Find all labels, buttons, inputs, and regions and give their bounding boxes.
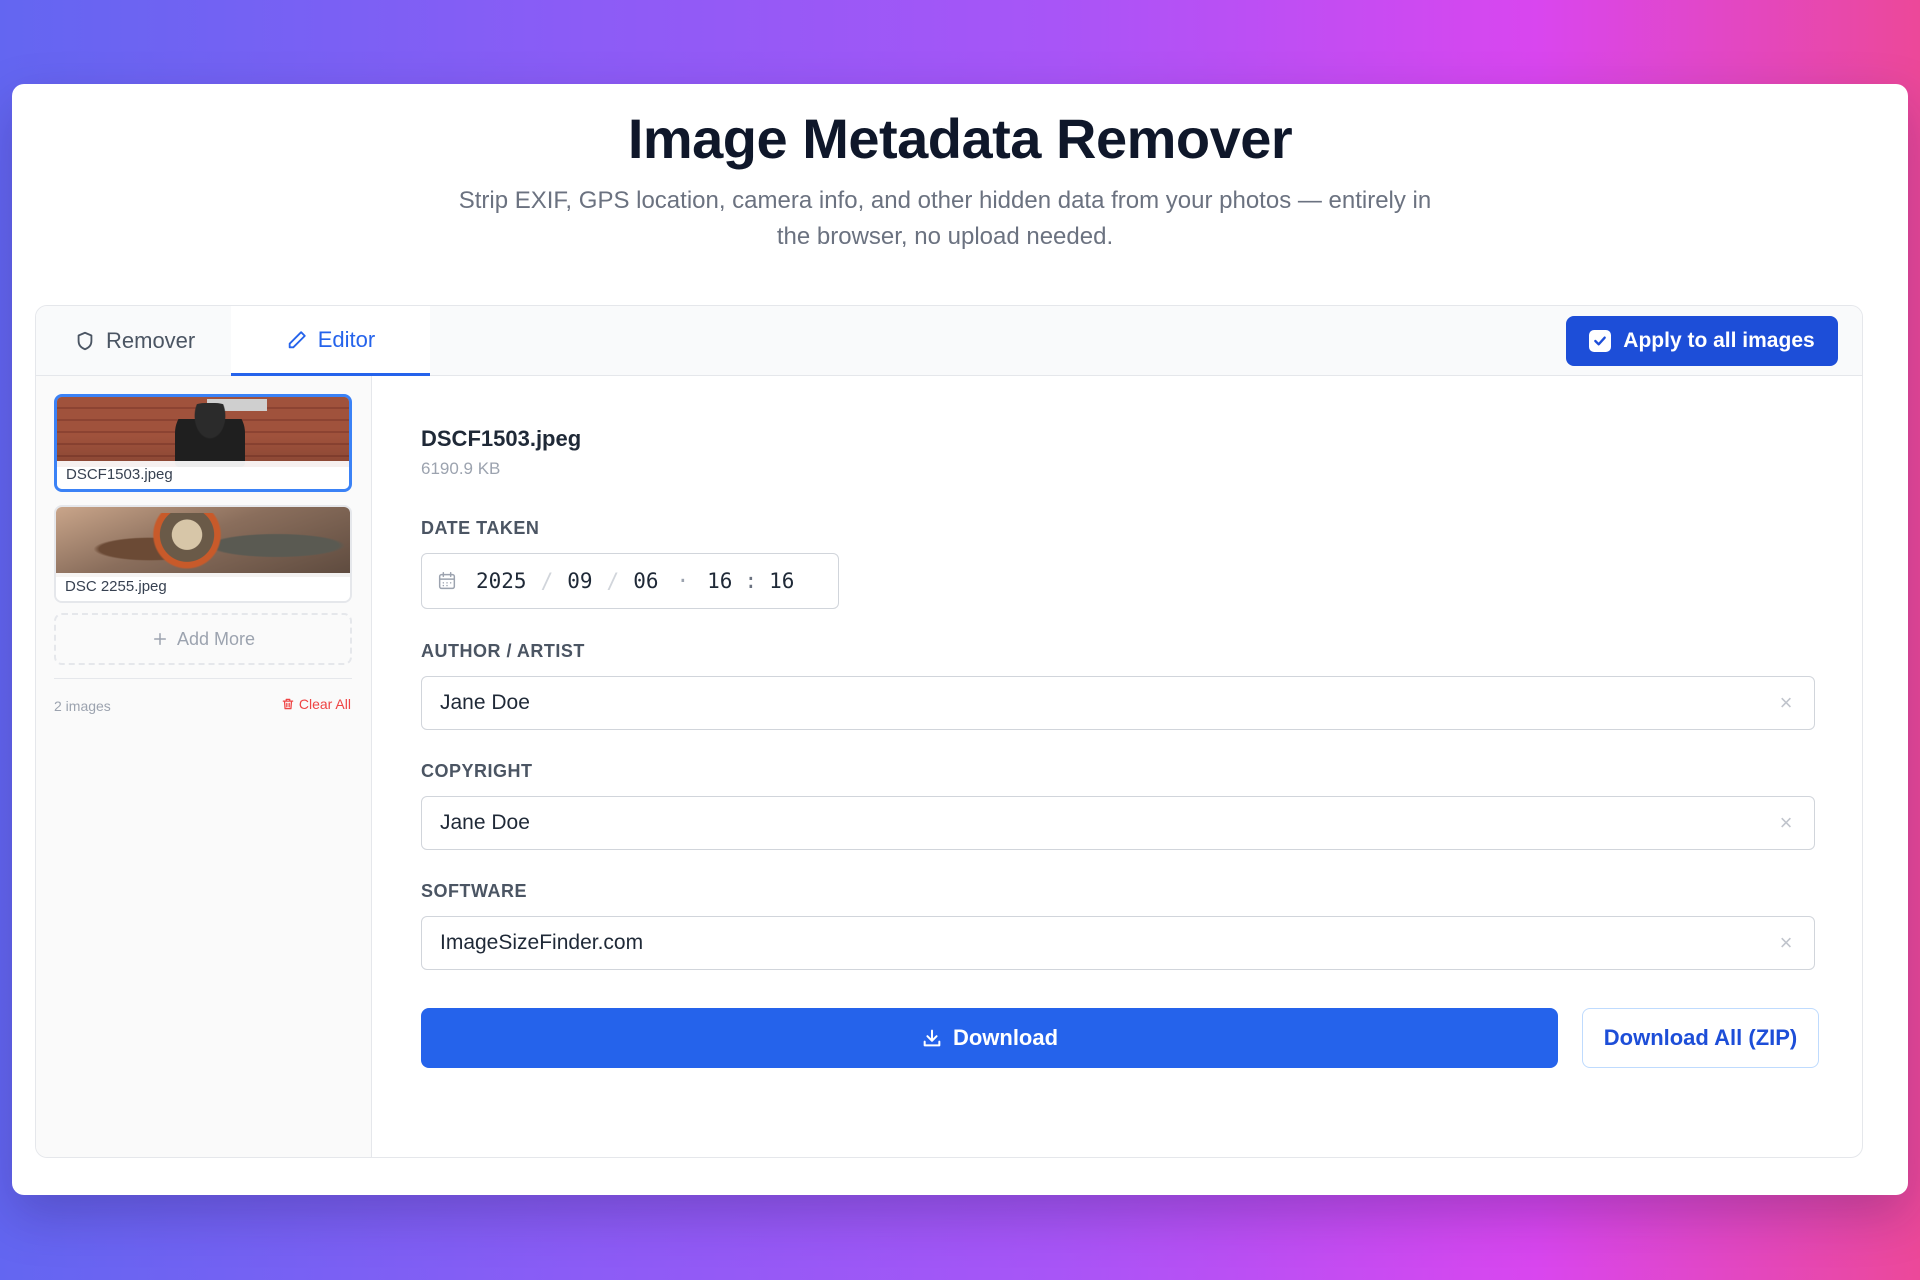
tab-remover-label: Remover: [106, 328, 196, 353]
divider: [54, 678, 352, 679]
apply-to-all-toggle[interactable]: Apply to all images: [1566, 316, 1838, 366]
image-count: 2 images: [54, 698, 111, 714]
trash-icon: [282, 698, 294, 710]
clear-all-button[interactable]: Clear All: [281, 696, 351, 712]
checkbox-icon[interactable]: [1589, 330, 1612, 352]
image-thumbnail[interactable]: DSCF1503.jpeg: [54, 394, 352, 492]
tab-bar: Remover Editor Apply to all images: [36, 306, 1862, 376]
shield-icon: [77, 331, 93, 351]
selected-file-name: DSCF1503.jpeg: [421, 426, 582, 451]
calendar-icon: [438, 572, 456, 590]
copyright-value: Jane Doe: [440, 811, 530, 834]
software-input[interactable]: ImageSizeFinder.com ×: [421, 916, 1815, 970]
tab-editor[interactable]: Editor: [231, 306, 430, 376]
image-thumbnail[interactable]: DSC 2255.jpeg: [54, 505, 352, 603]
date-year[interactable]: 2025: [476, 569, 527, 593]
date-taken-input[interactable]: 2025 / 09 / 06 · 16 : 16: [421, 553, 839, 609]
author-label: AUTHOR / ARTIST: [421, 641, 585, 661]
download-all-zip-button[interactable]: Download All (ZIP): [1582, 1008, 1819, 1068]
date-month[interactable]: 09: [567, 569, 592, 593]
image-sidebar: DSCF1503.jpeg DSC 2255.jpeg Add More 2 i…: [36, 376, 372, 1157]
thumbnail-photo: [57, 397, 349, 467]
tab-remover[interactable]: Remover: [74, 306, 195, 376]
download-all-label: Download All (ZIP): [1603, 1025, 1798, 1050]
date-taken-label: DATE TAKEN: [421, 518, 540, 538]
download-label: Download: [952, 1025, 1059, 1050]
add-more-button[interactable]: Add More: [54, 613, 352, 665]
clear-copyright-icon[interactable]: ×: [1776, 812, 1796, 834]
plus-icon: [153, 633, 166, 645]
clear-software-icon[interactable]: ×: [1776, 932, 1796, 954]
time-hour[interactable]: 16: [707, 569, 732, 593]
add-more-label: Add More: [176, 628, 256, 649]
page-title: Image Metadata Remover: [627, 107, 1293, 170]
apply-to-all-label: Apply to all images: [1623, 329, 1815, 352]
copyright-label: COPYRIGHT: [421, 761, 533, 781]
author-input[interactable]: Jane Doe ×: [421, 676, 1815, 730]
date-day[interactable]: 06: [633, 569, 658, 593]
clear-all-label: Clear All: [298, 696, 351, 712]
thumbnail-filename: DSC 2255.jpeg: [56, 573, 350, 601]
pencil-icon: [288, 330, 306, 348]
thumbnail-photo: [56, 507, 350, 577]
download-icon: [923, 1029, 941, 1047]
download-button[interactable]: Download: [421, 1008, 1558, 1068]
thumbnail-filename: DSCF1503.jpeg: [57, 461, 349, 489]
clear-author-icon[interactable]: ×: [1776, 692, 1796, 714]
selected-file-size: 6190.9 KB: [421, 459, 501, 478]
author-value: Jane Doe: [440, 691, 530, 714]
tool-panel: Remover Editor Apply to all images DSCF1…: [35, 305, 1863, 1158]
copyright-input[interactable]: Jane Doe ×: [421, 796, 1815, 850]
time-minute[interactable]: 16: [769, 569, 794, 593]
editor-main: DSCF1503.jpeg 6190.9 KB DATE TAKEN 2025 …: [421, 376, 1831, 1157]
page-subtitle: Strip EXIF, GPS location, camera info, a…: [458, 187, 1432, 250]
tab-editor-label: Editor: [317, 326, 376, 352]
software-value: ImageSizeFinder.com: [440, 931, 644, 954]
software-label: SOFTWARE: [421, 881, 527, 901]
